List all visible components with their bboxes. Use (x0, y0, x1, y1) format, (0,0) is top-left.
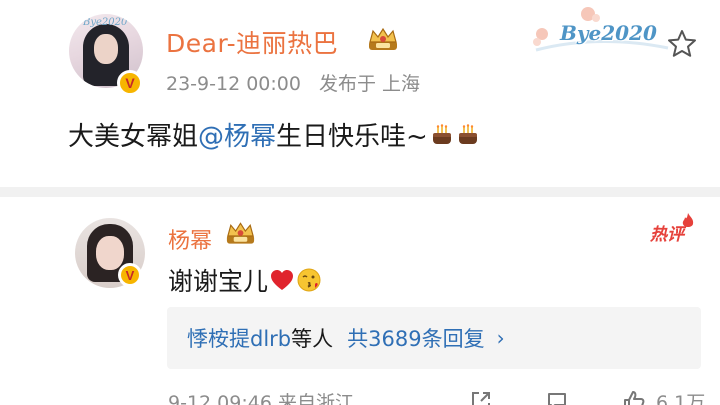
section-divider (0, 187, 720, 197)
verified-badge-icon: V (117, 70, 143, 96)
reply-footer: 9-12 09:46 来自浙江 6.1万 (168, 388, 708, 405)
share-icon[interactable] (470, 390, 492, 405)
crown-badge-icon (226, 222, 255, 244)
post-time: 23-9-12 00:00 (166, 73, 301, 95)
reply-author-name[interactable]: 杨幂 (168, 223, 212, 255)
avatar-tag: Bye2020 (83, 17, 128, 28)
cake-icon (432, 123, 451, 144)
sub-replies-link[interactable]: 悸桉提dlrb 等人 共3689条回复 › (167, 307, 701, 369)
kiss-emoji-icon (297, 268, 321, 292)
reply-text: 谢谢宝儿 (168, 262, 322, 298)
favorite-star-icon[interactable] (666, 28, 698, 60)
comment-icon[interactable] (546, 390, 568, 405)
post-text-after: 生日快乐哇~ (276, 122, 428, 152)
watermark-text: Bye2020 (560, 21, 657, 45)
verified-badge-icon: V (118, 263, 142, 287)
post-location: 发布于 上海 (319, 73, 421, 95)
post-text: 大美女幂姐 @杨幂 生日快乐哇~ (68, 116, 480, 153)
like-icon[interactable] (623, 390, 645, 405)
reply-text-content: 谢谢宝儿 (168, 267, 269, 296)
sub-reply-count[interactable]: 共3689条回复 (347, 323, 484, 353)
author-name[interactable]: Dear-迪丽热巴 (166, 24, 338, 60)
sub-reply-user[interactable]: 悸桉提dlrb (187, 323, 291, 353)
heart-icon (271, 270, 294, 290)
mention-link[interactable]: @杨幂 (198, 116, 276, 153)
like-count: 6.1万 (656, 392, 706, 405)
chevron-right-icon: › (496, 326, 505, 350)
reply-time-location: 9-12 09:46 来自浙江 (168, 392, 354, 405)
crown-badge-icon (369, 27, 397, 50)
post-text-before: 大美女幂姐 (68, 122, 199, 152)
post-meta: 23-9-12 00:00 发布于 上海 (166, 69, 420, 96)
cake-icon (458, 123, 477, 144)
hot-comment-badge: 热评 (650, 225, 684, 245)
sub-reply-middle: 等人 (291, 327, 334, 351)
watermark: Bye2020 (528, 4, 674, 56)
flame-icon (682, 213, 694, 227)
